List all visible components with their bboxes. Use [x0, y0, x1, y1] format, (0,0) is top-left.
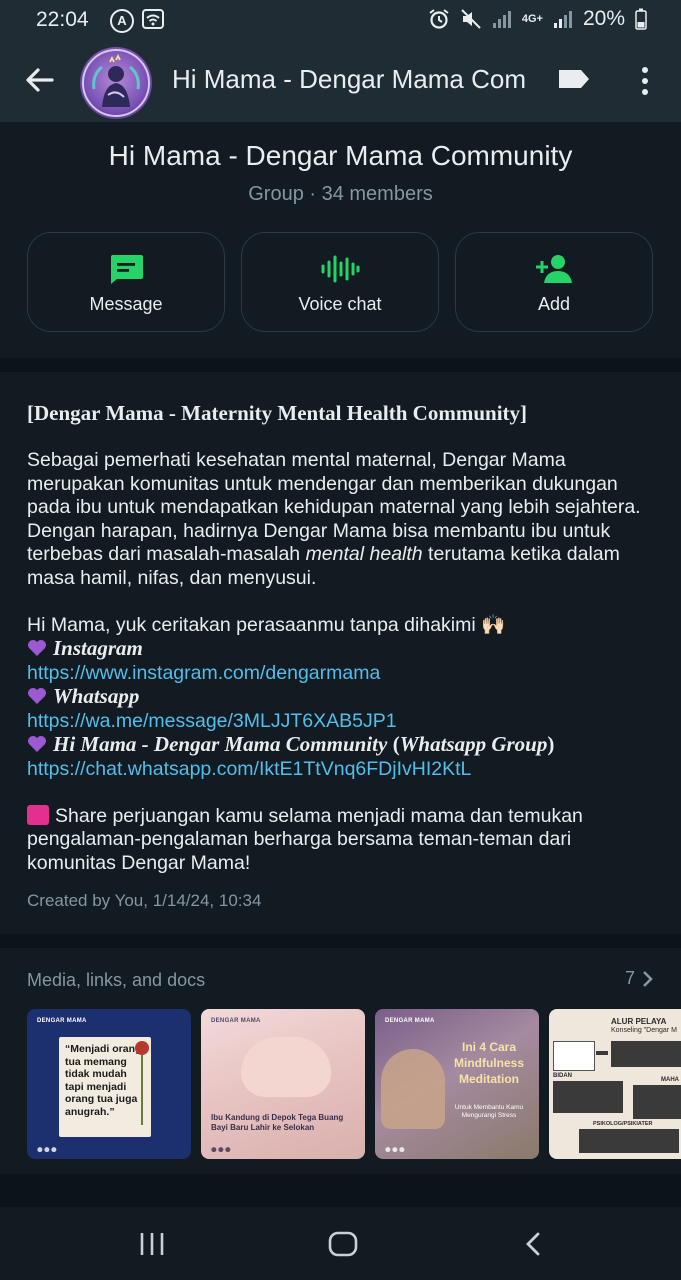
description-italic-text: mental health — [305, 543, 423, 565]
flow-box — [553, 1041, 595, 1071]
media-thumbnail[interactable]: DENGAR MAMA Ibu Kandung di Depok Tega Bu… — [201, 1009, 365, 1159]
flow-box — [633, 1085, 681, 1119]
thumbnail-footer: ⬤ ⬤ ⬤ — [211, 1147, 231, 1153]
media-count-value: 7 — [624, 968, 635, 988]
thumbnail-brand: DENGAR MAMA — [37, 1018, 87, 1024]
app-bar: Hi Mama - Dengar Mama Com — [0, 40, 681, 122]
add-participant-button[interactable]: Add — [455, 232, 653, 332]
thumbnail-title: Ini 4 Cara Mindfulness Meditation — [453, 1040, 524, 1086]
signal-icon-2 — [553, 11, 572, 28]
app-bar-title[interactable]: Hi Mama - Dengar Mama Com — [172, 64, 562, 95]
back-arrow-icon[interactable] — [22, 62, 58, 98]
voice-chat-button[interactable]: Voice chat — [241, 232, 439, 332]
signal-icon — [492, 11, 511, 28]
thumbnail-brand: DENGAR MAMA — [211, 1018, 261, 1024]
thumbnail-footer: ⬤ ⬤ ⬤ — [385, 1147, 405, 1153]
chevron-right-icon — [643, 970, 653, 987]
whatsapp-link[interactable]: https://wa.me/message/3MLJJT6XAB5JP1 — [27, 710, 657, 734]
status-time: 22:04 — [36, 8, 89, 31]
flow-box — [611, 1041, 681, 1067]
flow-label: BIDAN — [553, 1073, 572, 1079]
flow-label: PSIKOLOG/PSIKIATER — [593, 1121, 653, 1127]
wifi-icon — [142, 9, 164, 29]
thumbnail-title: ALUR PELAYA — [611, 1017, 667, 1026]
mute-icon — [461, 9, 481, 29]
media-thumbnail[interactable]: ALUR PELAYA Konseling "Dengar M BIDAN MA… — [549, 1009, 681, 1159]
thumbnail-subtitle: Konseling "Dengar M — [611, 1027, 677, 1034]
instagram-label: Instagram — [53, 636, 143, 660]
flow-box — [553, 1081, 623, 1113]
message-icon — [111, 255, 143, 284]
community-label: Hi Mama - Dengar Mama Community — [53, 732, 388, 756]
thumbnail-footer: ⬤ ⬤ ⬤ — [37, 1147, 57, 1153]
created-info: Created by You, 1/14/24, 10:34 — [27, 891, 262, 910]
auto-brightness-icon: A — [110, 9, 134, 33]
nav-back-icon[interactable] — [522, 1231, 544, 1257]
battery-icon — [635, 8, 647, 30]
status-bar: 22:04 A 4G+ 20% — [0, 0, 681, 40]
group-description-card: [Dengar Mama - Maternity Mental Health C… — [0, 372, 681, 934]
flow-box — [579, 1129, 679, 1153]
group-info-header: Hi Mama - Dengar Mama Community Group · … — [0, 122, 681, 358]
recent-apps-icon[interactable] — [138, 1231, 166, 1257]
thumbnail-brand: DENGAR MAMA — [385, 1018, 435, 1024]
rose-stem — [141, 1055, 143, 1125]
network-type-label: 4G+ — [521, 12, 543, 25]
baby-hand-illustration — [241, 1037, 331, 1097]
woman-illustration — [381, 1049, 445, 1129]
flow-label: MAHA — [661, 1077, 679, 1083]
media-links-docs-section: Media, links, and docs 7 DENGAR MAMA “Me… — [0, 948, 681, 1174]
instagram-link[interactable]: https://www.instagram.com/dengarmama — [27, 662, 657, 686]
group-name: Hi Mama - Dengar Mama Community — [108, 140, 573, 171]
description-heading: [Dengar Mama - Maternity Mental Health C… — [27, 401, 528, 425]
message-button[interactable]: Message — [27, 232, 225, 332]
battery-percent: 20% — [582, 7, 625, 30]
description-paragraph: Sebagai pemerhati kesehatan mental mater… — [27, 449, 657, 590]
purple-heart-icon — [28, 640, 46, 656]
thumbnail-caption: Ibu Kandung di Depok Tega Buang Bayi Bar… — [211, 1113, 344, 1132]
voice-chat-button-label: Voice chat — [298, 294, 382, 314]
media-section-title[interactable]: Media, links, and docs — [27, 970, 205, 991]
alarm-icon — [429, 9, 449, 29]
media-count[interactable]: 7 — [625, 968, 655, 989]
media-thumbnail[interactable]: DENGAR MAMA Ini 4 Cara Mindfulness Medit… — [375, 1009, 539, 1159]
add-button-label: Add — [537, 294, 571, 314]
invite-text: Hi Mama, yuk ceritakan perasaanmu tanpa … — [27, 613, 506, 636]
more-options-icon[interactable] — [632, 64, 658, 98]
voice-wave-icon — [321, 255, 360, 283]
thumbnail-subtitle: Untuk Membantu Kamu Mengurangi Stress — [454, 1104, 524, 1119]
label-tag-icon[interactable] — [557, 67, 591, 91]
community-link[interactable]: https://chat.whatsapp.com/IktE1TtVnq6FDj… — [27, 758, 657, 782]
message-button-label: Message — [89, 294, 163, 314]
group-member-count[interactable]: Group · 34 members — [0, 183, 681, 206]
purple-heart-icon — [28, 688, 46, 704]
system-navigation-bar — [0, 1207, 681, 1280]
flow-arrow — [596, 1051, 608, 1055]
whatsapp-label: Whatsapp — [53, 684, 140, 708]
media-thumbnail[interactable]: DENGAR MAMA “Menjadi orang tua memang ti… — [27, 1009, 191, 1159]
home-icon[interactable] — [328, 1231, 358, 1257]
dengar-mama-logo-icon — [82, 49, 150, 117]
purple-heart-icon — [28, 736, 46, 752]
quote-text: “Menjadi orang tua memang tidak mudah ta… — [65, 1043, 142, 1118]
rose-illustration — [135, 1041, 149, 1055]
pink-square-icon — [27, 804, 49, 825]
share-text: Share perjuangan kamu selama menjadi mam… — [27, 804, 583, 874]
add-person-icon — [536, 255, 572, 283]
community-label-paren: Whatsapp Group — [399, 732, 548, 756]
group-avatar[interactable] — [80, 47, 152, 119]
group-description[interactable]: [Dengar Mama - Maternity Mental Health C… — [27, 401, 657, 875]
